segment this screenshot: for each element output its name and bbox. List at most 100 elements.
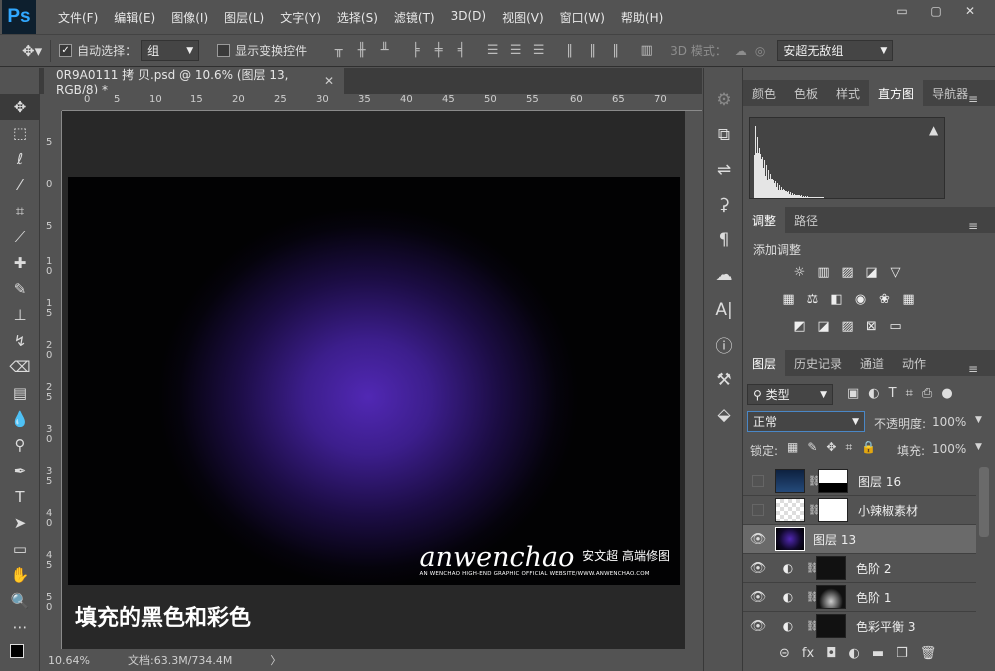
tab-history[interactable]: 历史记录 — [785, 350, 851, 376]
document-canvas[interactable]: anwenchao 安文超 高端修图 AN WENCHAO HIGH-END G… — [68, 177, 680, 585]
character-icon[interactable]: A| — [704, 292, 744, 327]
more-tools-icon[interactable]: ⋯ — [0, 614, 40, 640]
tab-styles[interactable]: 样式 — [827, 80, 869, 106]
distribute-vcenter-icon[interactable]: ☰ — [504, 43, 527, 58]
menu-3d[interactable]: 3D(D) — [443, 9, 494, 26]
menu-edit[interactable]: 编辑(E) — [106, 9, 163, 26]
clone-source-icon[interactable]: ⧉ — [704, 117, 744, 152]
exposure-icon[interactable]: ◪ — [863, 264, 880, 281]
pen-tool-icon[interactable]: ✒ — [0, 458, 40, 484]
workspace-dropdown[interactable]: 安超无敌组 ▼ — [777, 40, 894, 61]
eye-icon[interactable]: 👁 — [743, 561, 773, 576]
visibility-toggle[interactable] — [743, 504, 773, 516]
filter-smart-icon[interactable]: ⎙ — [922, 386, 932, 401]
menu-view[interactable]: 视图(V) — [494, 9, 552, 26]
align-vcenter-icon[interactable]: ╫ — [350, 43, 373, 58]
tab-adjustments[interactable]: 调整 — [743, 207, 786, 233]
vibrance-icon[interactable]: ▽ — [887, 264, 904, 281]
layer-row-selected[interactable]: 👁 图层 13 — [743, 525, 976, 554]
menu-filter[interactable]: 滤镜(T) — [386, 9, 443, 26]
new-group-icon[interactable]: ▬ — [872, 646, 884, 661]
layer-row[interactable]: 👁 ◐ ⛓ 色阶 1 — [743, 583, 976, 612]
info-icon[interactable]: ⓘ — [704, 327, 744, 362]
filter-adjustment-icon[interactable]: ◐ — [868, 386, 879, 401]
mask-link-icon[interactable]: ⛓ — [808, 476, 821, 487]
lasso-tool-icon[interactable]: ℓ — [0, 146, 40, 172]
panel-menu-icon[interactable]: ≡ — [959, 356, 987, 382]
foreground-color-swatch[interactable] — [10, 644, 24, 658]
distribute-left-icon[interactable]: ‖ — [558, 43, 581, 58]
hue-saturation-icon[interactable]: ▦ — [780, 291, 797, 308]
distribute-top-icon[interactable]: ☰ — [481, 43, 504, 58]
healing-tool-icon[interactable]: ✚ — [0, 250, 40, 276]
menu-select[interactable]: 选择(S) — [329, 9, 386, 26]
mask-link-icon[interactable]: ⛓ — [806, 621, 819, 632]
photo-filter-icon[interactable]: ◉ — [852, 291, 869, 308]
menu-help[interactable]: 帮助(H) — [613, 9, 671, 26]
brush-presets-icon[interactable]: ⚳ — [704, 187, 744, 222]
3d-rotate-icon[interactable]: ☁ — [735, 44, 747, 58]
layer-row[interactable]: ⛓ 小辣椒素材 — [743, 496, 976, 525]
brush-tool-icon[interactable]: ✎ — [0, 276, 40, 302]
tab-color[interactable]: 颜色 — [743, 80, 785, 106]
color-lookup-icon[interactable]: ▦ — [900, 291, 917, 308]
marquee-tool-icon[interactable]: ⬚ — [0, 120, 40, 146]
threshold-icon[interactable]: ▨ — [839, 318, 856, 335]
gradient-map-icon[interactable]: ▭ — [887, 318, 904, 335]
align-hcenter-icon[interactable]: ╪ — [427, 43, 450, 58]
tab-paths[interactable]: 路径 — [785, 207, 827, 233]
auto-select-dropdown[interactable]: 组 ▼ — [141, 40, 200, 61]
blend-mode-dropdown[interactable]: 正常 ▼ — [747, 411, 865, 432]
menu-image[interactable]: 图像(I) — [163, 9, 216, 26]
tab-channels[interactable]: 通道 — [851, 350, 893, 376]
black-white-icon[interactable]: ◧ — [828, 291, 845, 308]
layer-row[interactable]: 👁 ◐ ⛓ 色彩平衡 3 — [743, 612, 976, 639]
auto-align-icon[interactable]: ▥ — [635, 43, 658, 58]
zoom-level[interactable]: 10.64% — [48, 654, 108, 667]
align-top-icon[interactable]: ╥ — [327, 43, 350, 58]
lock-pixels-icon[interactable]: ✎ — [807, 440, 817, 455]
opacity-value[interactable]: 100% — [932, 415, 966, 429]
mask-link-icon[interactable]: ⛓ — [808, 505, 821, 516]
layers-scrollbar[interactable] — [979, 467, 989, 537]
filter-toggle-icon[interactable]: ● — [941, 386, 952, 401]
document-tab[interactable]: 0R9A0111 拷 贝.psd @ 10.6% (图层 13, RGB/8) … — [44, 68, 344, 97]
distribute-bottom-icon[interactable]: ☰ — [527, 43, 550, 58]
history-brush-tool-icon[interactable]: ↯ — [0, 328, 40, 354]
tab-swatches[interactable]: 色板 — [785, 80, 827, 106]
layer-filter-dropdown[interactable]: ⚲ 类型 ▼ — [747, 384, 833, 405]
filter-shape-icon[interactable]: ⌗ — [906, 386, 913, 401]
vertical-ruler[interactable]: 5 0 5 1 0 1 5 2 0 2 5 3 0 3 5 4 0 4 5 5 … — [40, 111, 62, 649]
3d-material-icon[interactable]: ⚙ — [704, 82, 744, 117]
zoom-tool-icon[interactable]: 🔍 — [0, 588, 40, 614]
quick-select-tool-icon[interactable]: ⁄ — [0, 172, 40, 198]
auto-select-checkbox[interactable]: ✓ 自动选择： — [59, 42, 137, 59]
3d-roll-icon[interactable]: ◎ — [755, 44, 765, 58]
eye-icon[interactable]: 👁 — [743, 532, 773, 547]
align-bottom-icon[interactable]: ╨ — [373, 43, 396, 58]
selective-color-icon[interactable]: ⊠ — [863, 318, 880, 335]
tab-histogram[interactable]: 直方图 — [869, 80, 924, 106]
restore-button[interactable]: ▢ — [919, 0, 953, 22]
layer-row[interactable]: ⛓ 图层 16 — [743, 467, 976, 496]
posterize-icon[interactable]: ◪ — [815, 318, 832, 335]
dodge-tool-icon[interactable]: ⚲ — [0, 432, 40, 458]
panel-menu-icon[interactable]: ≡ — [959, 213, 987, 239]
doc-info[interactable]: 文档:63.3M/734.4M — [128, 652, 232, 668]
hand-tool-icon[interactable]: ✋ — [0, 562, 40, 588]
shape-tool-icon[interactable]: ▭ — [0, 536, 40, 562]
move-tool-icon[interactable]: ✥ — [0, 94, 40, 120]
show-transform-checkbox[interactable]: 显示变换控件 — [217, 42, 307, 59]
new-adjustment-icon[interactable]: ◐ — [848, 646, 859, 661]
add-mask-icon[interactable]: ◘ — [826, 646, 836, 661]
properties-icon[interactable]: ⇌ — [704, 152, 744, 187]
chevron-down-icon[interactable]: ▼ — [975, 442, 982, 452]
chevron-down-icon[interactable]: ▼ — [975, 415, 982, 425]
tool-presets-icon[interactable]: ⚒ — [704, 362, 744, 397]
path-select-tool-icon[interactable]: ➤ — [0, 510, 40, 536]
invert-icon[interactable]: ◩ — [791, 318, 808, 335]
blur-tool-icon[interactable]: 💧 — [0, 406, 40, 432]
menu-layer[interactable]: 图层(L) — [216, 9, 272, 26]
mask-link-icon[interactable]: ⛓ — [806, 563, 819, 574]
align-left-icon[interactable]: ╞ — [404, 43, 427, 58]
